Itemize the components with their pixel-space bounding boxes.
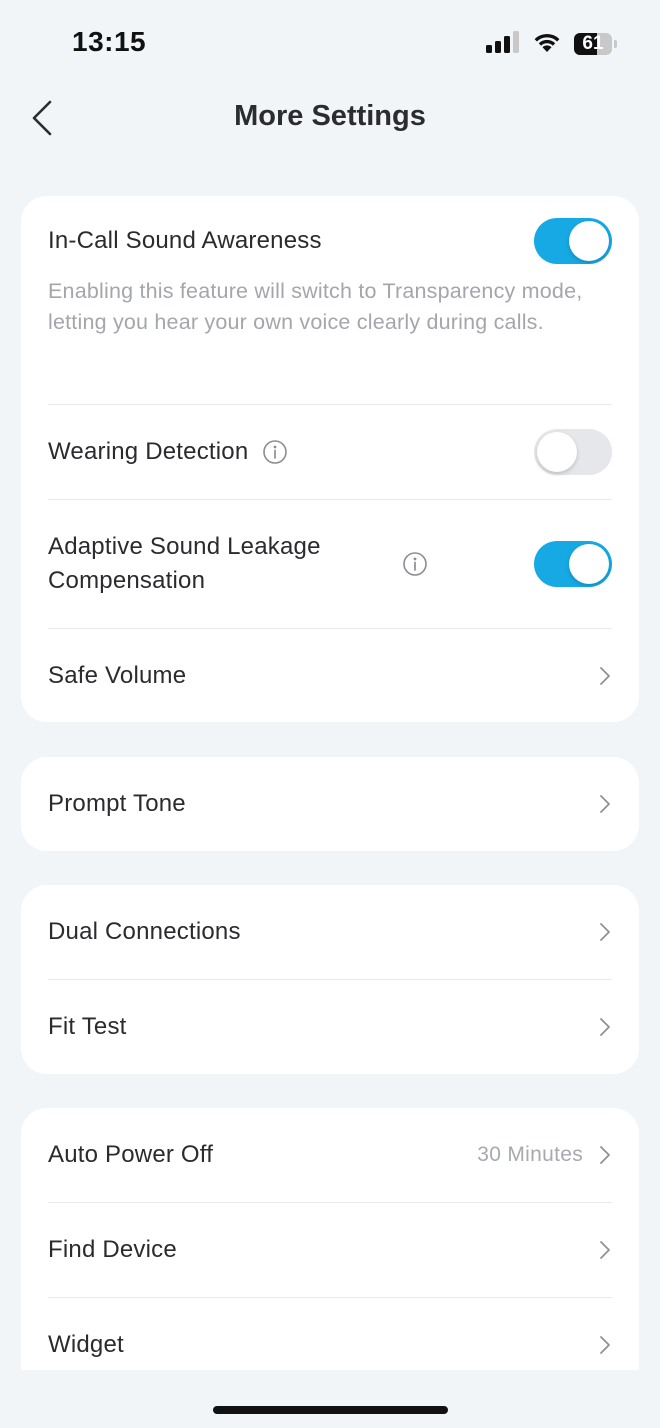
toggle-knob [569,544,609,584]
chevron-right-icon [597,1239,613,1261]
adaptive-sound-leakage-toggle[interactable] [534,541,612,587]
settings-card-audio: In-Call Sound Awareness Enabling this fe… [21,196,639,722]
settings-card-device: Auto Power Off 30 Minutes Find Device Wi… [21,1108,639,1408]
status-time: 13:15 [72,26,147,57]
in-call-sound-awareness-description: Enabling this feature will switch to Tra… [48,279,583,334]
adaptive-sound-leakage-row: Adaptive Sound Leakage Compensation [48,499,612,628]
battery-icon: 61 [574,32,618,56]
find-device-row[interactable]: Find Device [48,1202,612,1297]
dual-connections-label: Dual Connections [48,918,241,945]
in-call-sound-awareness-section: In-Call Sound Awareness Enabling this fe… [48,196,612,380]
toggle-knob [569,221,609,261]
chevron-right-icon [597,921,613,943]
cellular-signal-icon [486,30,520,58]
find-device-label: Find Device [48,1236,177,1263]
safe-volume-label: Safe Volume [48,662,187,689]
widget-label: Widget [48,1331,124,1358]
in-call-sound-awareness-label: In-Call Sound Awareness [48,227,322,254]
auto-power-off-value: 30 Minutes [477,1143,583,1166]
auto-power-off-label: Auto Power Off [48,1141,214,1168]
prompt-tone-label: Prompt Tone [48,790,186,817]
status-icons: 61 [486,30,618,58]
info-icon[interactable] [262,439,288,465]
settings-card-connections: Dual Connections Fit Test [21,885,639,1074]
home-indicator[interactable] [213,1406,448,1414]
settings-card-prompt: Prompt Tone [21,757,639,851]
chevron-right-icon [597,1334,613,1356]
wifi-icon [532,31,562,58]
fit-test-label: Fit Test [48,1013,127,1040]
info-icon[interactable] [402,551,428,577]
adaptive-sound-leakage-label: Adaptive Sound Leakage Compensation [48,533,321,594]
wearing-detection-toggle[interactable] [534,429,612,475]
battery-level: 61 [582,33,604,54]
dual-connections-row[interactable]: Dual Connections [48,885,612,979]
prompt-tone-row[interactable]: Prompt Tone [48,757,612,851]
chevron-right-icon [597,1016,613,1038]
wearing-detection-label: Wearing Detection [48,438,249,465]
in-call-sound-awareness-toggle[interactable] [534,218,612,264]
chevron-right-icon [597,793,613,815]
chevron-right-icon [597,1144,613,1166]
bottom-safe-area [0,1370,660,1428]
toggle-knob [537,432,577,472]
page-title: More Settings [234,100,426,132]
wearing-detection-row: Wearing Detection [48,404,612,499]
nav-bar: More Settings [0,86,660,150]
auto-power-off-row[interactable]: Auto Power Off 30 Minutes [48,1108,612,1202]
fit-test-row[interactable]: Fit Test [48,979,612,1074]
safe-volume-row[interactable]: Safe Volume [48,628,612,722]
status-bar: 13:15 61 [0,0,660,90]
chevron-right-icon [597,665,613,687]
